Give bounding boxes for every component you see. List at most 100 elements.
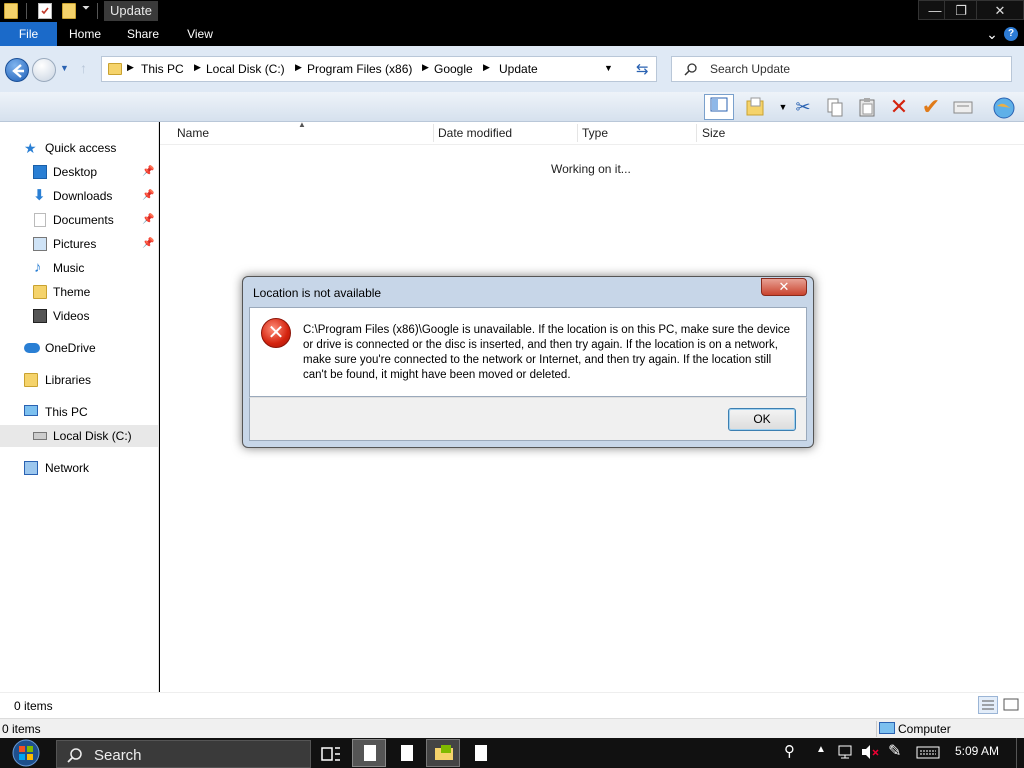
nav-network[interactable]: Network xyxy=(0,457,158,479)
tab-file[interactable]: File xyxy=(0,22,57,46)
tab-view[interactable]: View xyxy=(178,22,222,46)
breadcrumb-separator-icon[interactable]: ▶ xyxy=(127,62,134,73)
taskbar-app-explorer-icon[interactable] xyxy=(426,739,460,767)
address-bar[interactable]: ▶ This PC ▶ Local Disk (C:) ▶ Program Fi… xyxy=(101,56,657,82)
breadcrumb-separator-icon[interactable]: ▶ xyxy=(483,62,490,73)
pin-icon[interactable]: 📌 xyxy=(142,185,154,207)
column-divider[interactable] xyxy=(433,124,434,142)
breadcrumb-google[interactable]: Google xyxy=(434,62,473,76)
back-button[interactable] xyxy=(5,58,29,82)
show-desktop-button[interactable] xyxy=(1016,738,1017,768)
nav-libraries[interactable]: Libraries xyxy=(0,369,158,391)
nav-label: This PC xyxy=(45,405,88,419)
globe-icon[interactable] xyxy=(992,96,1015,119)
task-view-icon[interactable] xyxy=(316,742,346,766)
column-header-name[interactable]: Name xyxy=(177,126,209,140)
show-hidden-icons-icon[interactable]: ▲ xyxy=(816,744,826,755)
large-icons-view-icon[interactable] xyxy=(1002,696,1020,714)
properties-icon[interactable] xyxy=(38,3,52,19)
refresh-icon[interactable]: ⇆ xyxy=(636,60,649,78)
dialog-close-button[interactable]: ✕ xyxy=(761,278,807,296)
forward-button[interactable] xyxy=(32,58,56,82)
properties-icon[interactable] xyxy=(952,96,974,118)
search-icon xyxy=(67,747,83,766)
loading-message: Working on it... xyxy=(551,162,631,176)
expand-ribbon-icon[interactable]: ⌄ xyxy=(982,22,1002,46)
preview-pane-icon[interactable] xyxy=(704,94,734,120)
nav-label: OneDrive xyxy=(45,341,96,355)
breadcrumb-this-pc[interactable]: This PC xyxy=(141,62,184,76)
nav-this-pc[interactable]: This PC xyxy=(0,401,158,423)
breadcrumb-separator-icon[interactable]: ▶ xyxy=(194,62,201,73)
dropdown-arrow-icon[interactable]: ▼ xyxy=(772,96,794,118)
taskbar-app-notepad-icon[interactable] xyxy=(352,739,386,767)
nav-theme[interactable]: Theme xyxy=(0,281,158,303)
nav-downloads[interactable]: ⬇ Downloads 📌 xyxy=(0,185,158,207)
tab-home[interactable]: Home xyxy=(60,22,110,46)
touch-keyboard-icon[interactable] xyxy=(916,744,940,763)
clock[interactable]: 5:09 AM xyxy=(955,744,999,758)
paste-icon[interactable] xyxy=(856,96,878,118)
cut-icon[interactable]: ✂ xyxy=(792,96,814,118)
breadcrumb-update[interactable]: Update xyxy=(499,62,538,76)
nav-label: Music xyxy=(53,261,85,275)
drive-icon xyxy=(33,432,47,440)
nav-videos[interactable]: Videos xyxy=(0,305,158,327)
sort-arrow-icon: ▲ xyxy=(298,120,306,129)
pen-icon[interactable]: ✎ xyxy=(888,741,901,761)
rename-check-icon[interactable]: ✔ xyxy=(920,96,942,118)
search-box[interactable]: Search Update xyxy=(671,56,1012,82)
taskbar-search[interactable]: Search xyxy=(56,740,311,768)
close-button[interactable]: ✕ xyxy=(976,0,1024,20)
breadcrumb-local-disk[interactable]: Local Disk (C:) xyxy=(206,62,285,76)
new-folder-icon[interactable] xyxy=(744,96,766,118)
nav-label: Libraries xyxy=(45,373,92,387)
error-icon: ✕ xyxy=(261,318,291,348)
divider xyxy=(26,3,27,19)
nav-onedrive[interactable]: OneDrive xyxy=(0,337,158,359)
column-divider[interactable] xyxy=(577,124,578,142)
new-folder-icon[interactable] xyxy=(62,3,76,19)
people-icon[interactable]: ⚲ xyxy=(784,742,795,760)
column-header-size[interactable]: Size xyxy=(702,126,725,140)
recent-locations-icon[interactable]: ▼ xyxy=(60,63,69,73)
column-header-type[interactable]: Type xyxy=(582,126,608,140)
breadcrumb-program-files[interactable]: Program Files (x86) xyxy=(307,62,412,76)
column-header-date-modified[interactable]: Date modified xyxy=(438,126,512,140)
customize-quick-access-icon[interactable]: ⏷ xyxy=(82,3,90,14)
pin-icon[interactable]: 📌 xyxy=(142,161,154,183)
network-status-icon[interactable] xyxy=(836,744,854,763)
address-dropdown-icon[interactable]: ▼ xyxy=(604,63,613,73)
taskbar: Search ⚲ ▲ ✎ 5:09 AM xyxy=(0,738,1024,768)
nav-local-disk[interactable]: Local Disk (C:) xyxy=(0,425,158,447)
nav-desktop[interactable]: Desktop 📌 xyxy=(0,161,158,183)
start-button[interactable] xyxy=(6,738,46,768)
dialog-title: Location is not available xyxy=(253,286,382,300)
nav-quick-access[interactable]: ★ Quick access xyxy=(0,137,158,159)
breadcrumb-separator-icon[interactable]: ▶ xyxy=(422,62,429,73)
details-view-icon[interactable] xyxy=(978,696,998,714)
help-icon[interactable]: ? xyxy=(1004,27,1018,41)
copy-icon[interactable] xyxy=(824,96,846,118)
volume-muted-icon[interactable] xyxy=(860,744,880,763)
item-count: 0 items xyxy=(14,699,53,713)
ok-button[interactable]: OK xyxy=(728,408,796,431)
pin-icon[interactable]: 📌 xyxy=(142,209,154,231)
divider xyxy=(97,3,98,19)
nav-pictures[interactable]: Pictures 📌 xyxy=(0,233,158,255)
maximize-button[interactable]: ❐ xyxy=(944,0,978,20)
up-arrow-icon[interactable]: ↑ xyxy=(80,60,87,76)
taskbar-app-file-icon[interactable] xyxy=(466,742,496,766)
delete-icon[interactable]: ✕ xyxy=(888,96,910,118)
breadcrumb-separator-icon[interactable]: ▶ xyxy=(295,62,302,73)
nav-documents[interactable]: Documents 📌 xyxy=(0,209,158,231)
ribbon-tabs: File Home Share View ⌄ ? xyxy=(0,22,1024,46)
column-divider[interactable] xyxy=(696,124,697,142)
status-bar-secondary: 0 items Computer xyxy=(0,718,1024,738)
pictures-icon xyxy=(33,237,47,251)
nav-music[interactable]: ♪ Music xyxy=(0,257,158,279)
music-note-icon: ♪ xyxy=(34,259,42,276)
tab-share[interactable]: Share xyxy=(120,22,166,46)
pin-icon[interactable]: 📌 xyxy=(142,233,154,255)
taskbar-app-document-icon[interactable] xyxy=(392,742,422,766)
